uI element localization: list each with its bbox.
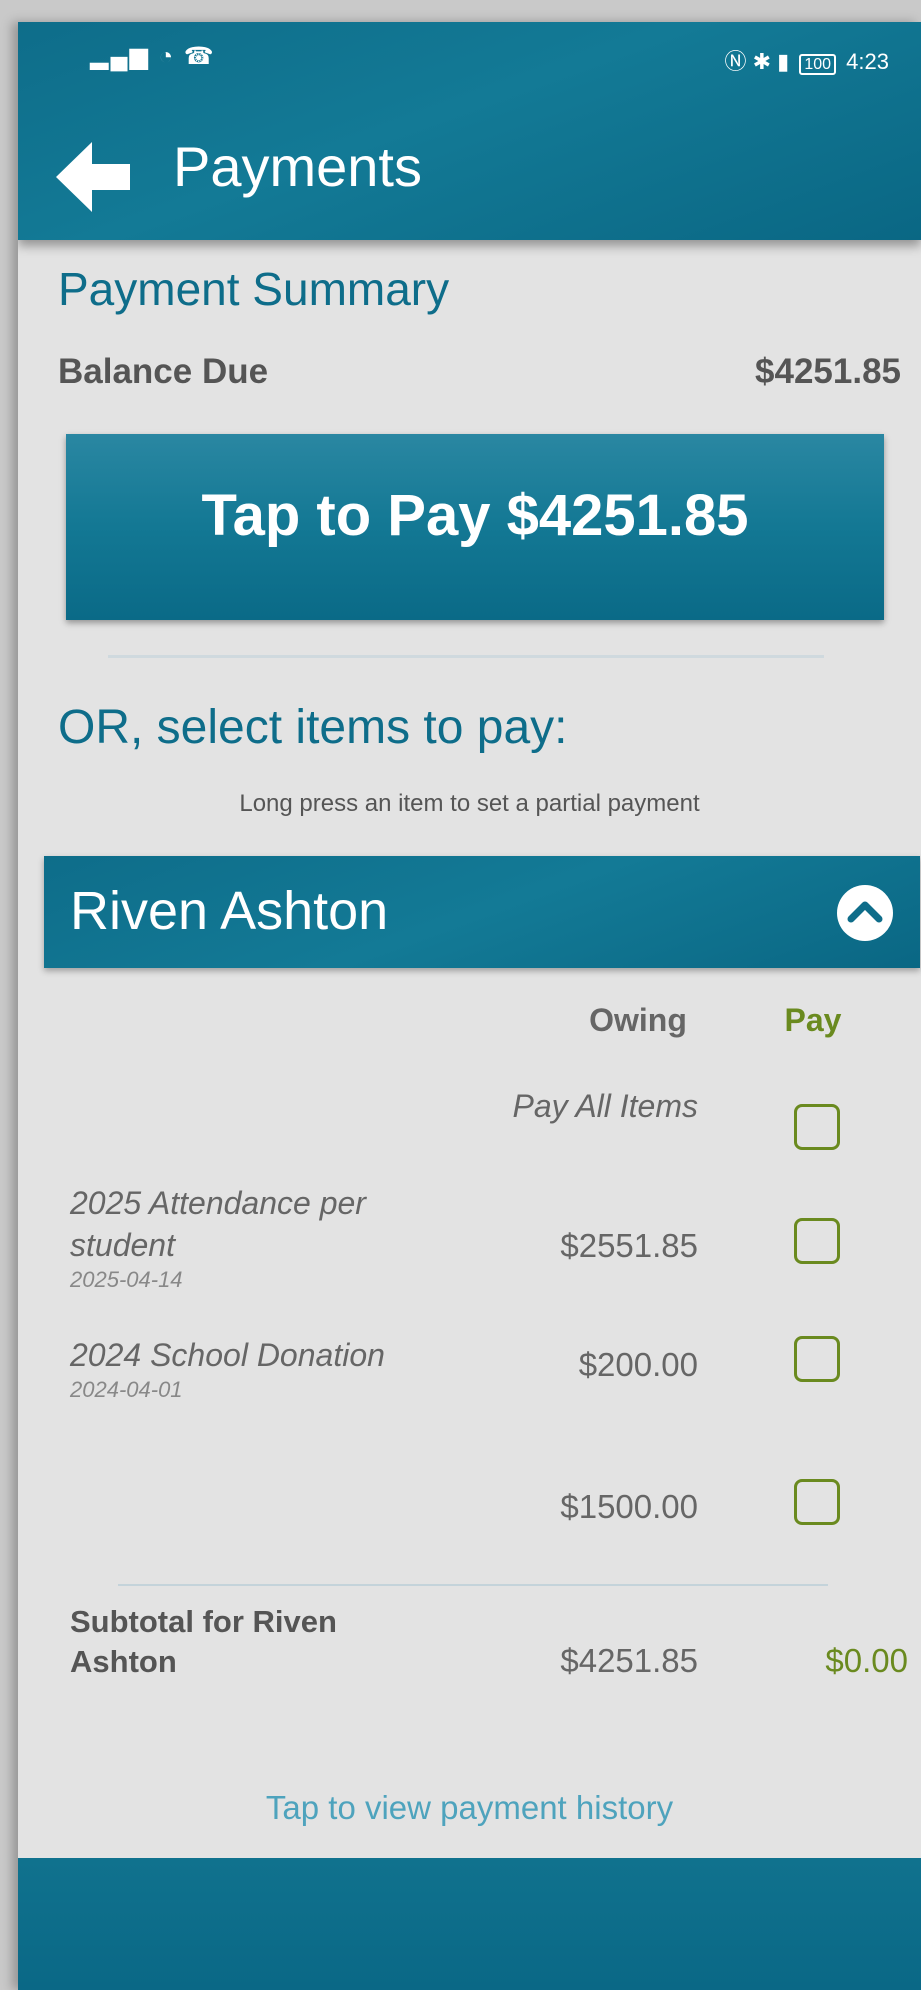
signal-wifi-call-icons: ▂▄▆ ◔ ☎ [90, 43, 216, 70]
subtotal-pay: $0.00 [825, 1642, 908, 1679]
partial-payment-hint: Long press an item to set a partial paym… [239, 790, 700, 817]
pay-all-items-label: Pay All Items [512, 1088, 698, 1124]
pay-all-checkbox[interactable] [794, 1104, 840, 1150]
status-bar-right: Ⓝ ✱ ▮ 100 4:23 [724, 44, 889, 76]
item-title: 2025 Attendance per student [70, 1185, 366, 1263]
tap-to-pay-label: Tap to Pay $4251.85 [201, 483, 749, 548]
page-title: Payments [173, 135, 422, 198]
status-bar-left: ▂▄▆ ◔ ☎ [90, 42, 216, 71]
item-pay-checkbox[interactable] [794, 1336, 840, 1382]
item-pay-checkbox[interactable] [794, 1479, 840, 1525]
item-owing: $200.00 [578, 1346, 698, 1383]
collapse-button[interactable] [836, 884, 894, 942]
list-item-description[interactable]: 2024 School Donation 2024-04-01 [70, 1334, 450, 1404]
balance-due-label: Balance Due [58, 352, 269, 391]
payment-history-link[interactable]: Tap to view payment history [18, 1789, 921, 1827]
divider [118, 1584, 828, 1586]
battery-icon: 100 [799, 54, 837, 75]
item-date: 2024-04-01 [70, 1377, 183, 1402]
phone-screen: ▂▄▆ ◔ ☎ Ⓝ ✱ ▮ 100 4:23 Payments Payment … [18, 22, 921, 1990]
item-owing: $1500.00 [560, 1488, 698, 1525]
pay-column-header: Pay [784, 1002, 842, 1038]
owing-column-header: Owing [589, 1002, 687, 1038]
item-owing: $2551.85 [560, 1227, 698, 1264]
subtotal-label: Subtotal for Riven Ashton [70, 1604, 337, 1679]
select-items-heading: OR, select items to pay: [58, 701, 568, 754]
subtotal-owing: $4251.85 [560, 1642, 698, 1679]
chevron-up-circle-icon [837, 885, 893, 941]
status-time: 4:23 [846, 49, 889, 74]
divider [108, 655, 824, 658]
list-item-description[interactable]: 2025 Attendance per student 2025-04-14 [70, 1182, 450, 1294]
balance-due-value: $4251.85 [755, 352, 901, 391]
item-title: 2024 School Donation [70, 1337, 385, 1373]
student-name: Riven Ashton [70, 881, 389, 941]
item-date: 2025-04-14 [70, 1267, 183, 1292]
bottom-bar [18, 1858, 921, 1990]
arrow-left-icon [56, 142, 130, 212]
payment-summary-heading: Payment Summary [58, 263, 450, 315]
student-section-header[interactable]: Riven Ashton [44, 856, 920, 968]
back-button[interactable] [48, 132, 138, 222]
app-bar: ▂▄▆ ◔ ☎ Ⓝ ✱ ▮ 100 4:23 Payments [18, 22, 921, 240]
tap-to-pay-button[interactable]: Tap to Pay $4251.85 [66, 434, 884, 620]
nfc-bluetooth-vibrate-icons: Ⓝ ✱ ▮ [724, 49, 790, 74]
item-pay-checkbox[interactable] [794, 1218, 840, 1264]
